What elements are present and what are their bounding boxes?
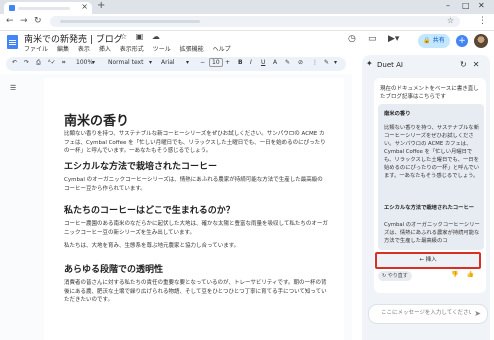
doc-heading-1[interactable]: 南米の香り xyxy=(64,110,328,129)
refresh-icon[interactable]: ↻ xyxy=(460,60,473,69)
browser-tab[interactable]: × xyxy=(4,2,92,14)
thumbs-down-icon[interactable]: 👎 xyxy=(451,271,466,278)
response-intro: 現在のドキュメントをベースに書き直したブログ記事はこちらです xyxy=(380,86,479,100)
reload-icon[interactable]: ↻ xyxy=(34,16,42,26)
link-icon[interactable]: ⊘ xyxy=(298,59,303,66)
doc-heading-2b[interactable]: 私たちのコーヒーはどこで生まれるのか？ xyxy=(64,203,328,216)
share-label: 共有 xyxy=(432,37,445,44)
bookmark-star-icon[interactable]: ☆ xyxy=(447,16,454,25)
text-color-icon[interactable]: A xyxy=(273,59,277,66)
style-caret-icon[interactable]: ▾ xyxy=(149,59,152,66)
menu-file[interactable]: ファイル xyxy=(24,46,48,53)
redo-icon[interactable]: ↷ xyxy=(24,59,29,66)
draft-heading-2: エシカルな方法で栽培されたコーヒー xyxy=(384,205,475,211)
zoom-select[interactable]: 100% xyxy=(76,59,93,66)
font-select[interactable]: Arial xyxy=(161,59,175,66)
comment-icon[interactable]: ▭ xyxy=(368,34,377,44)
avatar[interactable] xyxy=(474,34,488,48)
omnibox[interactable]: ☆ xyxy=(50,16,460,27)
draft-title: 南米の香り xyxy=(384,111,411,117)
doc-paragraph-2[interactable]: Cymbal のオーガニックコーヒーシリーズは、情熱にあふれる農家が持続可能な方… xyxy=(64,176,328,193)
menu-view[interactable]: 表示 xyxy=(78,46,90,53)
highlight-icon[interactable]: ✎ xyxy=(285,59,290,66)
minimize-button[interactable]: – xyxy=(446,1,450,10)
tab-close-icon[interactable]: × xyxy=(81,2,88,11)
spellcheck-icon[interactable]: ᴬ✓ xyxy=(48,59,56,66)
menu-format[interactable]: 表示形式 xyxy=(120,46,144,53)
new-tab-button[interactable]: + xyxy=(97,0,105,11)
menu-edit[interactable]: 編集 xyxy=(57,46,69,53)
zoom-caret-icon[interactable]: ▾ xyxy=(92,59,95,66)
menu-insert[interactable]: 挿入 xyxy=(99,46,111,53)
send-icon[interactable]: ➤ xyxy=(474,309,481,318)
menu-extensions[interactable]: 拡張機能 xyxy=(180,46,204,53)
retry-button[interactable]: ↻ やり直す xyxy=(378,271,412,281)
duet-ai-button[interactable]: + xyxy=(456,35,468,47)
underline-icon[interactable]: U xyxy=(261,59,265,66)
font-size-decrease[interactable]: − xyxy=(200,59,205,66)
address-bar-row: ← → ↻ ☆ ⋮ xyxy=(0,14,494,31)
italic-icon[interactable]: I xyxy=(250,59,252,66)
doc-heading-2c[interactable]: あらゆる段階での透明性 xyxy=(64,262,328,275)
close-window-button[interactable]: ✕ xyxy=(478,1,485,10)
panel-header-icons: ↻✕ xyxy=(460,60,485,69)
tab-title-placeholder xyxy=(18,7,70,10)
back-icon[interactable]: ← xyxy=(6,16,14,26)
maximize-button[interactable]: □ xyxy=(462,1,470,10)
doc-paragraph-3[interactable]: コーヒー農園のある南米のなだらかに起伏した大地は、確かな太陽と豊富な雨量を吸収し… xyxy=(64,220,328,237)
tab-strip: × + – □ ✕ xyxy=(0,0,494,14)
docs-logo-icon[interactable] xyxy=(7,35,18,49)
history-icon[interactable]: ◷ xyxy=(348,34,356,44)
print-icon[interactable]: ⎙ xyxy=(36,59,41,67)
menu-tools[interactable]: ツール xyxy=(153,46,171,53)
font-caret-icon[interactable]: ▾ xyxy=(186,59,189,66)
font-size-field[interactable]: 10 xyxy=(209,58,223,67)
draft-paragraph-2: Cymbal のオーガニックコーヒーシリーズは、情熱にあふれる農家が持続可能な方… xyxy=(384,222,480,244)
chat-input-box: ➤ xyxy=(368,304,488,324)
doc-heading-2a[interactable]: エシカルな方法で栽培されたコーヒー xyxy=(64,159,328,172)
paint-format-icon[interactable]: ⌗ xyxy=(62,59,65,67)
draft-preview[interactable]: 南米の香り 比類ない香りを持つ、サステナブルな新コーヒーシリーズをぜひお試しくだ… xyxy=(378,104,484,250)
bold-icon[interactable]: B xyxy=(238,59,243,66)
doc-paragraph-5[interactable]: 消費者の皆さんに対する私たちの責任の重要な要となっているのが、トレーサビリティで… xyxy=(64,279,328,305)
more-icon[interactable]: ⋮ xyxy=(312,59,318,66)
retry-label: やり直す xyxy=(387,273,408,279)
undo-icon[interactable]: ↶ xyxy=(12,59,17,66)
menu-bar: ファイル 編集 表示 挿入 表示形式 ツール 拡張機能 ヘルプ xyxy=(24,44,238,53)
doc-paragraph-4[interactable]: 私たちは、大地を育み、生態系を尊ぶ地元農家と協力し合っています。 xyxy=(64,242,328,251)
meet-icon[interactable]: ▶▾ xyxy=(388,34,399,44)
outline-icon[interactable]: ☰ xyxy=(10,84,16,92)
url-placeholder xyxy=(60,20,200,23)
chat-input[interactable] xyxy=(379,309,473,317)
title-icons[interactable]: ☆ ▣ ☁ xyxy=(120,32,163,41)
style-select[interactable]: Normal text xyxy=(108,59,143,66)
toolbar-collapse-caret-icon[interactable]: ▾ xyxy=(334,59,337,66)
insert-button[interactable]: ← 挿入 xyxy=(375,252,481,269)
docs-favicon xyxy=(9,5,15,11)
sparkle-icon: ✦ xyxy=(366,59,373,68)
font-size-increase[interactable]: + xyxy=(225,59,230,66)
share-button[interactable]: 🔒 共有 xyxy=(418,34,450,48)
thumbs-up-icon[interactable]: 👍 xyxy=(467,271,482,278)
browser-menu-icon[interactable]: ⋮ xyxy=(478,16,487,26)
response-actions: ↻ やり直す 👎👍 xyxy=(378,271,482,281)
forward-icon[interactable]: → xyxy=(20,16,28,26)
formatting-toolbar: ↶ ↷ ⎙ ᴬ✓ ⌗ 100% ▾ Normal text ▾ Arial ▾ … xyxy=(6,57,346,71)
menu-help[interactable]: ヘルプ xyxy=(213,46,231,53)
editing-mode-icon[interactable]: ✎ xyxy=(324,59,329,66)
browser-window: × + – □ ✕ ← → ↻ ☆ ⋮ 南米での新発売 | ブログ ☆ ▣ ☁ … xyxy=(0,0,494,340)
close-panel-icon[interactable]: ✕ xyxy=(473,60,486,69)
doc-paragraph-1[interactable]: 比類ない香りを持つ、サステナブルな新コーヒーシリーズをぜひお試しください。サンパ… xyxy=(64,130,328,156)
feedback-icons: 👎👍 xyxy=(451,271,482,278)
duet-panel-title: Duet AI xyxy=(377,61,403,69)
draft-paragraph-1: 比類ない香りを持つ、サステナブルな新コーヒーシリーズをぜひお試しください。サンパ… xyxy=(384,125,480,179)
